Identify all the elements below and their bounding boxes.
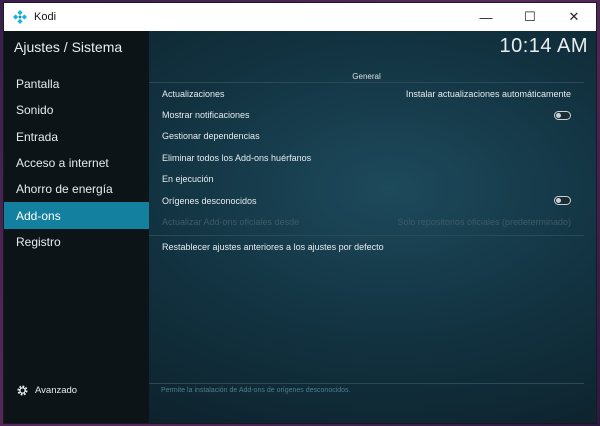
kodi-window: Kodi — ☐ ✕ Ajustes / Sistema Pantalla So… [3,2,597,424]
close-button[interactable]: ✕ [552,3,596,31]
setting-value: Solo repositorios oficiales (predetermin… [397,217,571,228]
help-footer: Permite la instalación de Add-ons de orí… [149,383,584,397]
help-text: Permite la instalación de Add-ons de orí… [161,387,351,394]
page-title: Ajustes / Sistema [14,39,123,55]
sidebar-item-acceso-internet[interactable]: Acceso a internet [4,150,149,176]
maximize-icon: ☐ [524,9,536,24]
clock: 10:14 AM [499,35,588,57]
unknown-sources-toggle[interactable] [554,196,571,206]
sidebar-item-ahorro-energia[interactable]: Ahorro de energía [4,176,149,202]
setting-label: Actualizaciones [162,88,225,99]
toggle-knob [556,198,561,204]
setting-label: Actualizar Add-ons oficiales desde [162,217,300,228]
sidebar-item-registro[interactable]: Registro [4,229,149,255]
minimize-button[interactable]: — [464,3,508,31]
section-title: General [149,71,584,83]
setting-gestionar-dependencias[interactable]: Gestionar dependencias [149,126,584,147]
window-controls: — ☐ ✕ [464,3,596,31]
setting-actualizaciones[interactable]: Actualizaciones Instalar actualizaciones… [149,83,584,104]
sidebar-item-sonido[interactable]: Sonido [4,97,149,123]
kodi-logo-icon [13,10,27,24]
setting-label: En ejecución [162,174,214,185]
reset-label: Restablecer ajustes anteriores a los aju… [162,242,384,253]
maximize-button[interactable]: ☐ [508,3,552,31]
setting-mostrar-notificaciones[interactable]: Mostrar notificaciones [149,104,584,125]
toggle-knob [556,112,561,118]
sidebar-nav: Pantalla Sonido Entrada Acceso a interne… [4,71,149,255]
setting-label: Gestionar dependencias [162,131,260,142]
setting-label: Mostrar notificaciones [162,110,250,121]
reset-defaults-button[interactable]: Restablecer ajustes anteriores a los aju… [149,237,584,258]
window-title: Kodi [34,11,57,23]
title-bar[interactable]: Kodi — ☐ ✕ [4,3,596,31]
advanced-label: Avanzado [35,385,78,396]
sidebar-item-add-ons[interactable]: Add-ons [4,202,149,229]
setting-en-ejecucion[interactable]: En ejecución [149,169,584,190]
advanced-level-button[interactable]: Avanzado [16,384,77,397]
kodi-content: Ajustes / Sistema Pantalla Sonido Entrad… [4,31,596,423]
setting-value: Instalar actualizaciones automáticamente [405,88,571,99]
setting-actualizar-oficiales: Actualizar Add-ons oficiales desde Solo … [149,211,584,232]
settings-panel: General Actualizaciones Instalar actuali… [149,71,584,395]
sidebar-item-entrada[interactable]: Entrada [4,124,149,150]
divider [149,234,584,236]
sidebar-item-pantalla[interactable]: Pantalla [4,71,149,97]
close-icon: ✕ [568,9,580,24]
setting-origenes-desconocidos[interactable]: Orígenes desconocidos [149,190,584,211]
setting-eliminar-huerfanos[interactable]: Eliminar todos los Add-ons huérfanos [149,147,584,168]
notifications-toggle[interactable] [554,110,571,120]
gear-icon [17,385,28,396]
minimize-icon: — [479,9,493,25]
setting-label: Eliminar todos los Add-ons huérfanos [162,152,312,163]
setting-label: Orígenes desconocidos [162,195,257,206]
settings-sidebar: Ajustes / Sistema Pantalla Sonido Entrad… [4,31,149,423]
